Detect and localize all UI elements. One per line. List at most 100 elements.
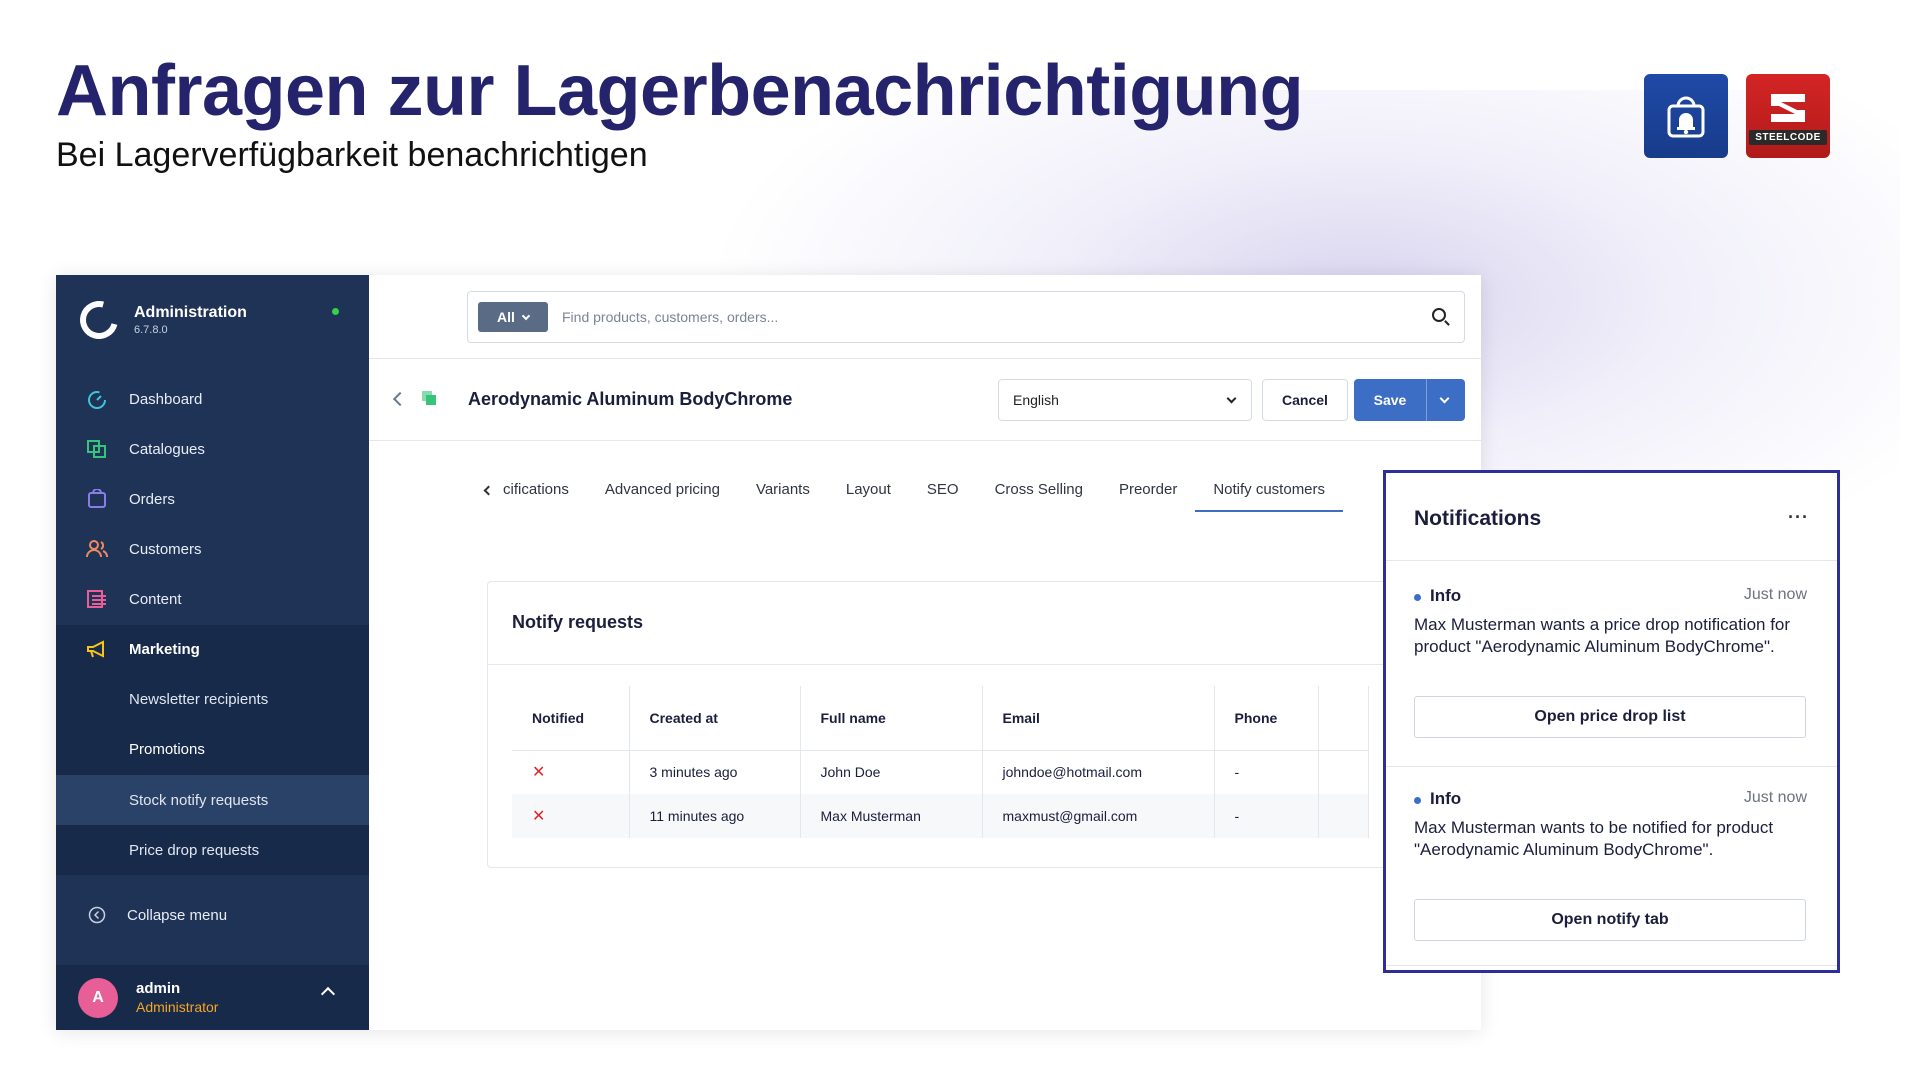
not-notified-x-icon: ✕ bbox=[532, 808, 546, 825]
column-header-email[interactable]: Email bbox=[982, 686, 1215, 751]
bell-bag-icon bbox=[1667, 96, 1705, 138]
column-header-full-name[interactable]: Full name bbox=[800, 686, 983, 751]
cell-email: maxmust@gmail.com bbox=[982, 794, 1215, 838]
cell-created-at: 3 minutes ago bbox=[629, 750, 801, 794]
cancel-button[interactable]: Cancel bbox=[1262, 379, 1348, 421]
chevron-down-icon bbox=[1226, 393, 1237, 404]
cell-full-name: Max Musterman bbox=[800, 794, 983, 838]
chevron-down-icon[interactable] bbox=[1439, 393, 1450, 404]
sidebar-item-label: Orders bbox=[129, 490, 175, 508]
tab-variants[interactable]: Variants bbox=[756, 475, 810, 510]
users-icon bbox=[86, 540, 108, 558]
notification-divider bbox=[1386, 965, 1837, 966]
sidebar-subitem-promotions[interactable]: Promotions bbox=[56, 724, 369, 774]
cell-full-name: John Doe bbox=[800, 750, 983, 794]
sidebar-subitem-label: Newsletter recipients bbox=[129, 690, 269, 708]
user-menu[interactable]: A admin Administrator bbox=[56, 965, 369, 1030]
chevron-up-icon bbox=[320, 986, 336, 1002]
table-row[interactable]: ✕ 11 minutes ago Max Musterman maxmust@g… bbox=[512, 794, 1369, 838]
tab-seo[interactable]: SEO bbox=[927, 475, 959, 510]
sidebar-item-label: Dashboard bbox=[129, 390, 203, 408]
tab-preorder[interactable]: Preorder bbox=[1119, 475, 1177, 510]
info-dot-icon bbox=[1414, 797, 1421, 804]
sidebar-item-label: Customers bbox=[129, 540, 202, 558]
cell-phone: - bbox=[1214, 794, 1319, 838]
save-button[interactable]: Save bbox=[1354, 379, 1465, 421]
sidebar-item-marketing[interactable]: Marketing bbox=[56, 624, 369, 674]
product-copy-icon bbox=[422, 391, 436, 405]
tabs-scroll-left-icon[interactable] bbox=[483, 485, 494, 496]
tab-specifications[interactable]: cifications bbox=[503, 475, 569, 510]
cell-email: johndoe@hotmail.com bbox=[982, 750, 1215, 794]
tab-cross-selling[interactable]: Cross Selling bbox=[995, 475, 1083, 510]
product-tabs: cifications Advanced pricing Variants La… bbox=[483, 475, 1379, 515]
cell-created-at: 11 minutes ago bbox=[629, 794, 801, 838]
column-header-phone[interactable]: Phone bbox=[1214, 686, 1319, 751]
sidebar-item-customers[interactable]: Customers bbox=[56, 524, 369, 574]
user-role: Administrator bbox=[136, 999, 219, 1015]
info-dot-icon bbox=[1414, 594, 1421, 601]
search-filter-label: All bbox=[497, 309, 515, 325]
sidebar-item-dashboard[interactable]: Dashboard bbox=[56, 374, 369, 424]
tab-notify-customers[interactable]: Notify customers bbox=[1195, 475, 1344, 512]
chevron-down-icon bbox=[521, 311, 531, 320]
not-notified-x-icon: ✕ bbox=[532, 764, 546, 782]
language-select[interactable]: English bbox=[998, 379, 1252, 421]
sidebar-item-label: Marketing bbox=[129, 640, 200, 658]
search-icon[interactable] bbox=[1432, 308, 1446, 322]
tab-advanced-pricing[interactable]: Advanced pricing bbox=[605, 475, 720, 510]
notification-time: Just now bbox=[1743, 789, 1807, 806]
main-content: All Aerodynamic Aluminum BodyChrome Engl… bbox=[369, 275, 1481, 1030]
save-button-divider bbox=[1426, 379, 1427, 421]
product-title: Aerodynamic Aluminum BodyChrome bbox=[468, 389, 793, 409]
sidebar-item-orders[interactable]: Orders bbox=[56, 474, 369, 524]
notification-message: Max Musterman wants a price drop notific… bbox=[1414, 615, 1791, 656]
column-header-notified[interactable]: Notified bbox=[512, 686, 630, 751]
more-options-icon[interactable]: ··· bbox=[1788, 507, 1809, 528]
top-bar: All bbox=[369, 275, 1481, 359]
gauge-icon bbox=[88, 391, 106, 409]
product-header-bar: Aerodynamic Aluminum BodyChrome English … bbox=[369, 359, 1481, 441]
card-divider bbox=[488, 664, 1481, 665]
slide-subtitle: Bei Lagerverfügbarkeit benachrichtigen bbox=[56, 136, 648, 174]
collapse-menu-button[interactable]: Collapse menu bbox=[56, 885, 369, 945]
back-chevron-icon[interactable] bbox=[392, 391, 408, 407]
notification-time: Just now bbox=[1743, 586, 1807, 603]
notifications-header: Notifications ··· bbox=[1386, 473, 1837, 561]
notify-requests-card: Notify requests Notified Created at Full… bbox=[487, 581, 1481, 868]
sidebar-subitem-stock-notify-requests[interactable]: Stock notify requests bbox=[56, 775, 369, 825]
search-filter-dropdown[interactable]: All bbox=[478, 302, 548, 332]
notification-type: Info bbox=[1430, 586, 1462, 605]
language-select-value: English bbox=[1013, 392, 1059, 408]
notification-message: Max Musterman wants to be notified for p… bbox=[1414, 818, 1774, 859]
tab-layout[interactable]: Layout bbox=[846, 475, 891, 510]
save-button-label: Save bbox=[1373, 392, 1407, 408]
collapse-circle-icon bbox=[88, 906, 106, 924]
app-version: 6.7.8.0 bbox=[134, 324, 168, 336]
steelcode-mark-icon bbox=[1771, 93, 1805, 122]
collapse-menu-label: Collapse menu bbox=[127, 906, 228, 924]
open-notify-tab-button[interactable]: Open notify tab bbox=[1414, 899, 1806, 941]
shopware-logo-icon bbox=[73, 294, 125, 346]
sidebar-item-catalogues[interactable]: Catalogues bbox=[56, 424, 369, 474]
open-price-drop-list-button[interactable]: Open price drop list bbox=[1414, 696, 1806, 738]
steelcode-logo: STEELCODE bbox=[1746, 74, 1830, 158]
app-name: Administration bbox=[134, 304, 247, 321]
cell-actions bbox=[1318, 750, 1369, 794]
cell-actions bbox=[1318, 794, 1369, 838]
search-input[interactable] bbox=[562, 309, 1382, 325]
sidebar-subitem-price-drop-requests[interactable]: Price drop requests bbox=[56, 825, 369, 875]
sidebar: Administration 6.7.8.0 Dashboard Catalog… bbox=[56, 275, 369, 1030]
steelcode-wordmark: STEELCODE bbox=[1749, 129, 1827, 145]
user-name: admin bbox=[136, 980, 181, 997]
column-header-created-at[interactable]: Created at bbox=[629, 686, 801, 751]
column-header-actions bbox=[1318, 686, 1369, 751]
notifications-panel: Notifications ··· Info Just now Max Must… bbox=[1383, 470, 1840, 973]
card-title: Notify requests bbox=[512, 612, 644, 632]
sidebar-item-content[interactable]: Content bbox=[56, 574, 369, 624]
sidebar-item-label: Content bbox=[129, 590, 182, 608]
bell-bag-logo bbox=[1644, 74, 1728, 158]
content-icon bbox=[87, 590, 106, 608]
sidebar-subitem-newsletter-recipients[interactable]: Newsletter recipients bbox=[56, 674, 369, 724]
table-row[interactable]: ✕ 3 minutes ago John Doe johndoe@hotmail… bbox=[512, 750, 1369, 794]
